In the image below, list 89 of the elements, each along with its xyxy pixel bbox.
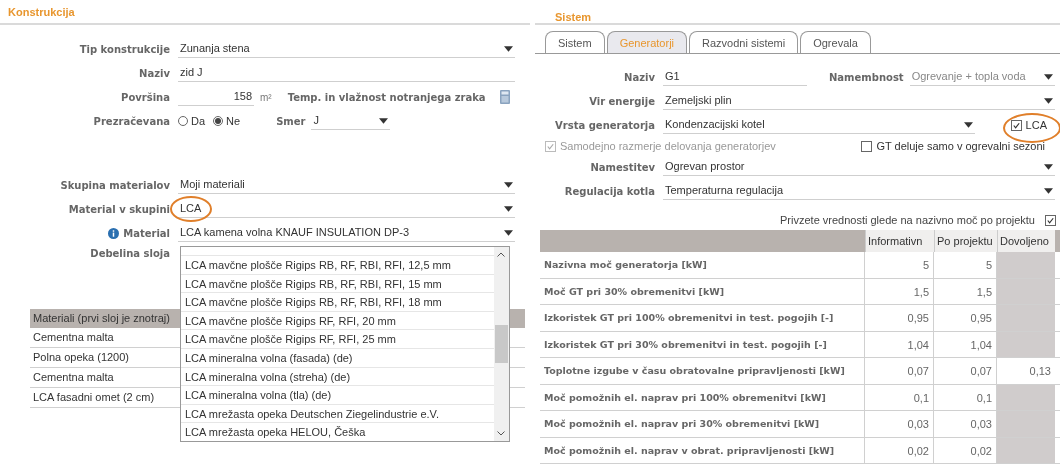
- scrollbar-thumb[interactable]: [495, 325, 508, 363]
- checkbox[interactable]: GT deluje samo v ogrevalni sezoni: [861, 140, 1045, 152]
- table-cell: Nazivna moč generatorja [kW]: [540, 252, 865, 278]
- field-label: Tip konstrukcije: [78, 43, 170, 55]
- dropdown-option[interactable]: LCA mavčne plošče Rigips RF, RFI, 20 mm: [181, 311, 494, 331]
- dropdown-field[interactable]: Ogrevanje + topla voda: [909, 68, 1055, 86]
- input-field[interactable]: zid J: [178, 64, 515, 82]
- table-cell: 0,95: [865, 305, 934, 331]
- table-cell: 0,02: [865, 437, 934, 463]
- table-cell: Moč pomožnih el. naprav pri 30% obremenitvi [kW]: [540, 411, 865, 437]
- field-label: Vrsta generatorja: [554, 119, 655, 131]
- dropdown-field[interactable]: Zunanja stena: [178, 40, 515, 58]
- dropdown-option[interactable]: LCA mrežasta opeka Deutschen Ziegelindustrie e.V.: [181, 404, 494, 424]
- table-cell: 1,5: [865, 278, 934, 304]
- scroll-up-icon[interactable]: [497, 252, 505, 257]
- field-label: Vir energije: [588, 95, 655, 107]
- caret-icon: [504, 229, 513, 236]
- caret-icon: [504, 45, 513, 52]
- column-header: Po projektu: [934, 230, 997, 252]
- table-cell: 0,03: [865, 411, 934, 437]
- table-cell: Moč pomožnih el. naprav pri 100% obremenitvi [kW]: [540, 384, 865, 410]
- dropdown-option[interactable]: LCA mineralna volna (streha) (de): [181, 367, 494, 387]
- table-cell: Toplotne izgube v času obratovalne pripravljenosti [kW]: [540, 358, 865, 384]
- field-label: Debelina sloja: [89, 248, 170, 259]
- table-cell: 1,04: [865, 331, 934, 357]
- unit-label: m²: [260, 91, 272, 103]
- table-cell: Izkoristek GT pri 30% obremenitvi in test. pogojih [-]: [540, 331, 865, 357]
- field-label: Naziv: [138, 67, 170, 79]
- caret-icon: [1044, 187, 1053, 194]
- field-label: Smer: [276, 115, 306, 127]
- field-label: Temp. in vlažnost notranjega zraka: [287, 91, 486, 103]
- tab[interactable]: Sistem: [545, 31, 605, 53]
- field-label: Material v skupini: [67, 203, 170, 215]
- dropdown-option[interactable]: LCA mineralna volna (tla) (de): [181, 386, 494, 405]
- dropdown-field[interactable]: LCA: [178, 200, 515, 218]
- dropdown-field[interactable]: J: [311, 112, 391, 130]
- table-cell: 0,1: [865, 384, 934, 410]
- dropdown-field[interactable]: Zemeljski plin: [663, 92, 1055, 110]
- tab[interactable]: Ogrevala: [800, 31, 871, 53]
- input-field[interactable]: G1: [663, 68, 807, 86]
- dropdown-option[interactable]: LCA mavčne plošče Rigips RB, RF, RBI, RFI, 12,5 mm: [181, 256, 494, 275]
- field-label: Površina: [120, 91, 170, 103]
- dropdown-option[interactable]: LCA mavčne plošče Rigips RF, RFI, 25 mm: [181, 330, 494, 349]
- dropdown-field[interactable]: Moji materiali: [178, 176, 515, 194]
- column-header: Dovoljeno: [997, 230, 1055, 252]
- field-label: Namestitev: [589, 161, 655, 173]
- info-icon[interactable]: [108, 227, 120, 239]
- tab[interactable]: Razvodni sistemi: [689, 31, 799, 53]
- table-cell: Moč GT pri 30% obremenitvi [kW]: [540, 278, 865, 304]
- caret-icon: [379, 117, 389, 124]
- section-title: Konstrukcija: [7, 5, 76, 20]
- scroll-down-icon[interactable]: [497, 431, 505, 436]
- radio-button[interactable]: Da: [178, 115, 206, 127]
- field-label: Skupina materialov: [59, 179, 170, 191]
- field-label: Naziv: [623, 71, 655, 83]
- table-cell[interactable]: 0,07: [934, 358, 997, 384]
- field-label: Prezračevana: [92, 115, 170, 127]
- check-icon: [546, 141, 555, 151]
- caret-icon: [1044, 163, 1053, 170]
- calculator-icon[interactable]: [499, 90, 510, 104]
- check-icon: [1011, 120, 1021, 130]
- section-title: Sistem: [554, 10, 593, 25]
- checkbox[interactable]: Privzete vrednosti glede na nazivno moč po projektu: [780, 214, 1056, 226]
- dropdown-field[interactable]: Temperaturna regulacija: [663, 182, 1055, 200]
- dropdown-option[interactable]: LCA mavčne plošče Rigips RB, RF, RBI, RFI, 18 mm: [181, 293, 494, 312]
- input-field[interactable]: 158: [178, 88, 254, 106]
- caret-icon: [504, 181, 513, 188]
- caret-icon: [504, 205, 513, 212]
- dropdown-field[interactable]: Ogrevan prostor: [663, 158, 1055, 176]
- table-cell-text: 0,13: [1028, 364, 1052, 379]
- dropdown-field[interactable]: LCA kamena volna KNAUF INSULATION DP-3: [178, 224, 515, 242]
- table-cell: 0,07: [865, 358, 934, 384]
- dropdown-option[interactable]: LCA mineralna volna (fasada) (de): [181, 348, 494, 368]
- radio-button[interactable]: Ne: [213, 115, 241, 127]
- caret-icon: [1044, 73, 1053, 80]
- checkbox[interactable]: LCA: [1010, 119, 1047, 131]
- dropdown-field[interactable]: Kondenzacijski kotel: [663, 116, 975, 134]
- caret-icon: [1044, 97, 1053, 104]
- table-cell: Izkoristek GT pri 100% obremenitvi in test. pogojih [-]: [540, 305, 865, 331]
- field-label: Material: [123, 227, 170, 239]
- dropdown-option[interactable]: LCA mavčne plošče Rigips RB, RF, RBI, RFI, 15 mm: [181, 274, 494, 294]
- check-icon: [1046, 215, 1055, 225]
- column-header: Informativn: [865, 230, 934, 252]
- field-label: Regulacija kotla: [563, 185, 655, 197]
- field-label: Namembnost: [829, 71, 904, 83]
- table-cell: Moč pomožnih el. naprav v obrat. pripravljenosti [kW]: [540, 437, 865, 463]
- table-cell: 5: [865, 252, 934, 278]
- scrollbar[interactable]: [494, 247, 509, 441]
- caret-icon: [963, 121, 973, 128]
